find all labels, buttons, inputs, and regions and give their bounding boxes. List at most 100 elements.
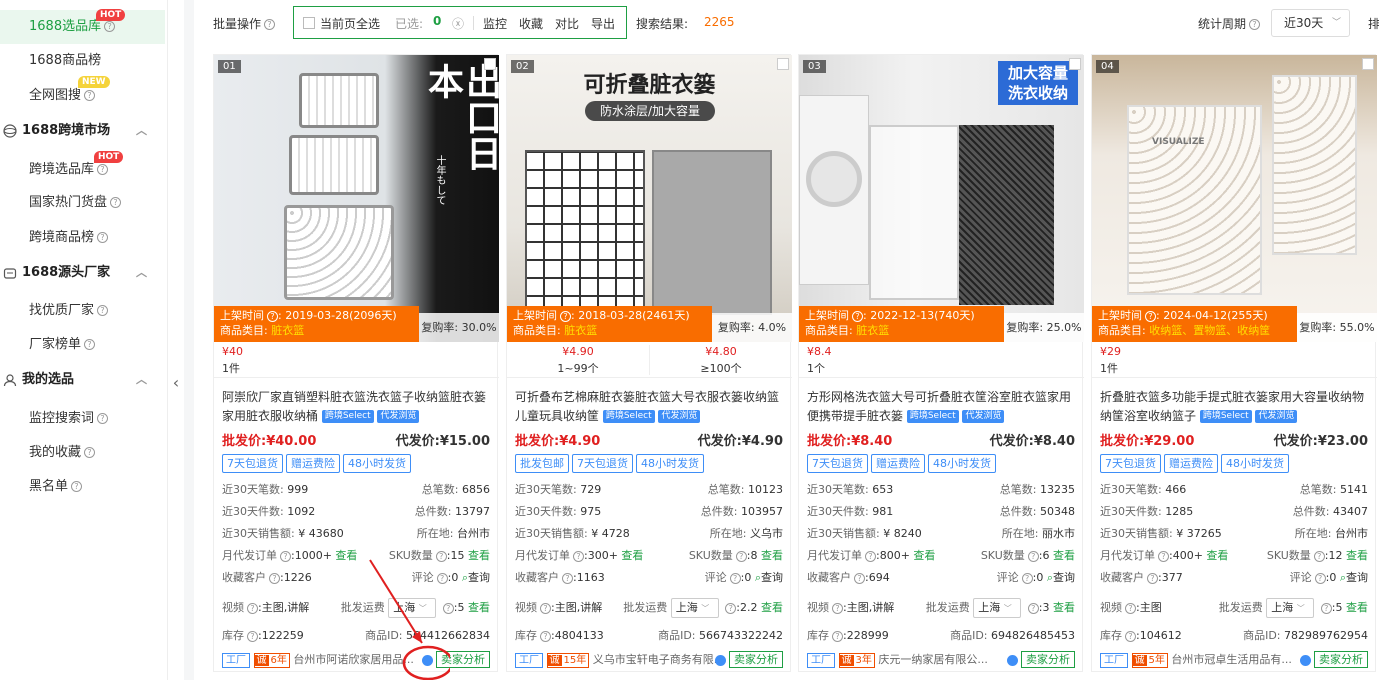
view-link[interactable]: 查看 [761,601,783,614]
help-icon[interactable]: ? [247,602,258,614]
help-icon[interactable]: ? [1027,602,1039,614]
product-id[interactable]: 782989762954 [1284,629,1368,642]
help-icon[interactable]: ? [1147,572,1158,584]
product-title[interactable]: 阿崇欣厂家直销塑料脏衣篮洗衣篮子收纳篮脏衣篓家用脏衣服收纳桶 跨境Select … [222,388,494,426]
select-checkbox[interactable] [484,58,496,70]
favorite-button[interactable]: 收藏 [519,15,543,32]
chat-icon[interactable] [1299,654,1311,666]
clear-selection-icon[interactable]: ⓧ [452,15,464,32]
company-name[interactable]: 庆元一纳家居有限公... [878,653,988,666]
view-link[interactable]: 查看 [913,549,935,562]
help-icon[interactable]: ? [562,572,573,584]
company-name[interactable]: 台州市冠卓生活用品有... [1171,653,1292,666]
compare-button[interactable]: 对比 [555,15,579,32]
select-checkbox[interactable] [1069,58,1081,70]
help-icon[interactable]: ? [729,572,741,584]
view-link[interactable]: 查看 [468,601,490,614]
query-link[interactable]: 查询 [761,571,783,584]
help-icon[interactable]: ? [1320,602,1332,614]
seller-analysis-button[interactable]: 卖家分析 [1314,651,1368,668]
view-link[interactable]: 查看 [621,549,643,562]
product-id[interactable]: 566743322242 [699,629,783,642]
sidebar-item-cross-border-ranking[interactable]: 跨境商品榜? [0,221,165,255]
view-link[interactable]: 查看 [468,549,490,562]
product-id[interactable]: 694826485453 [991,629,1075,642]
help-icon[interactable]: ? [865,550,876,562]
sidebar-item-factory-ranking[interactable]: 厂家榜单? [0,328,165,362]
help-icon[interactable]: ? [832,630,843,642]
chat-icon[interactable] [1006,654,1018,666]
help-icon[interactable]: ? [84,447,96,458]
view-link[interactable]: 查看 [1053,549,1075,562]
select-checkbox[interactable] [777,58,789,70]
help-icon[interactable]: ? [1249,19,1261,30]
help-icon[interactable]: ? [71,481,83,492]
ship-from-select[interactable]: 上海 ﹀ [1266,598,1315,618]
sidebar-item-image-search[interactable]: 全网图搜? NEW [0,76,165,113]
help-icon[interactable]: ? [540,602,551,614]
period-select[interactable]: 近30天 ﹀ [1271,9,1350,37]
help-icon[interactable]: ? [1158,550,1169,562]
select-all-label[interactable]: 当前页全选 [320,15,380,32]
view-link[interactable]: 查看 [1206,549,1228,562]
sidebar-section-source-factory[interactable]: 1688源头厂家 ︿ [0,256,165,290]
sidebar-item-my-favorites[interactable]: 我的收藏? [0,436,165,470]
view-link[interactable]: 查看 [1346,549,1368,562]
sidebar-item-blacklist[interactable]: 黑名单? [0,470,165,504]
product-image[interactable]: VISUALIZE 04 上架时间?: 2024-04-12(255天) 商品类… [1092,55,1377,342]
ship-from-select[interactable]: 上海 ﹀ [388,598,437,618]
help-icon[interactable]: ? [1021,572,1033,584]
product-title[interactable]: 方形网格洗衣篮大号可折叠脏衣筐浴室脏衣篮家用便携带提手脏衣篓 跨境Select … [807,388,1079,426]
seller-analysis-button[interactable]: 卖家分析 [729,651,783,668]
help-icon[interactable]: ? [247,630,258,642]
help-icon[interactable]: ? [269,572,280,584]
sidebar-item-monitor-keywords[interactable]: 监控搜索词? [0,402,165,436]
help-icon[interactable]: ? [97,413,109,424]
help-icon[interactable]: ? [725,602,737,614]
query-link[interactable]: 查询 [1346,571,1368,584]
sidebar-item-cross-border-library[interactable]: 跨境选品库? HOT [0,151,165,187]
product-id[interactable]: 564412662834 [406,629,490,642]
company-name[interactable]: 台州市阿诺欣家居用品... [293,653,414,666]
sidebar-section-cross-border[interactable]: 1688跨境市场 ︿ [0,114,165,148]
product-image[interactable]: 可折叠脏衣篓 防水涂层/加大容量 02 上架时间?: 2018-03-28(246… [507,55,792,342]
sort-label[interactable]: 排 [1368,15,1379,32]
sidebar-item-find-factory[interactable]: 找优质厂家? [0,294,165,328]
monitor-button[interactable]: 监控 [483,15,507,32]
help-icon[interactable]: ? [735,550,747,562]
help-icon[interactable]: ? [84,90,96,101]
product-title[interactable]: 可折叠布艺棉麻脏衣篓脏衣篮大号衣服衣篓收纳篮儿童玩具收纳筐 跨境Select 代… [515,388,787,426]
product-image[interactable]: 出口日本 十年もして 01 上架时间?: 2019-03-28(2096天) 商品… [214,55,499,342]
help-icon[interactable]: ? [442,602,454,614]
select-checkbox[interactable] [1362,58,1374,70]
help-icon[interactable]: ? [1125,630,1136,642]
help-icon[interactable]: ? [1314,572,1326,584]
help-icon[interactable]: ? [540,630,551,642]
help-icon[interactable]: ? [573,550,584,562]
help-icon[interactable]: ? [1027,550,1039,562]
help-icon[interactable]: ? [97,164,109,175]
product-card[interactable]: 出口日本 十年もして 01 上架时间?: 2019-03-28(2096天) 商品… [213,54,499,672]
product-title[interactable]: 折叠脏衣篮多功能手提式脏衣篓家用大容量收纳物纳筐浴室收纳篮子 跨境Select … [1100,388,1372,426]
help-icon[interactable]: ? [97,232,109,243]
product-card[interactable]: 可折叠脏衣篓 防水涂层/加大容量 02 上架时间?: 2018-03-28(246… [506,54,792,672]
help-icon[interactable]: ? [280,550,291,562]
sidebar-item-country-hot-goods[interactable]: 国家热门货盘? [0,186,165,220]
help-icon[interactable]: ? [84,339,96,350]
view-link[interactable]: 查看 [335,549,357,562]
seller-analysis-button[interactable]: 卖家分析 [436,651,490,668]
help-icon[interactable]: ? [854,572,865,584]
ship-from-select[interactable]: 上海 ﹀ [670,598,719,618]
sidebar-item-1688-product-ranking[interactable]: 1688商品榜 [0,44,165,78]
chat-icon[interactable] [421,654,433,666]
help-icon[interactable]: ? [435,550,447,562]
company-name[interactable]: 义乌市宝轩电子商务有限... [593,653,725,666]
sidebar-item-1688-selection-library[interactable]: 1688选品库? HOT [0,9,165,44]
help-icon[interactable]: ? [264,19,276,30]
product-image[interactable]: 加大容量 洗衣收纳 03 上架时间?: 2022-12-13(740天) 商品类目… [799,55,1084,342]
ship-from-select[interactable]: 上海 ﹀ [973,598,1022,618]
product-card[interactable]: 加大容量 洗衣收纳 03 上架时间?: 2022-12-13(740天) 商品类目… [798,54,1084,672]
help-icon[interactable]: ? [832,602,843,614]
product-card[interactable]: VISUALIZE 04 上架时间?: 2024-04-12(255天) 商品类… [1091,54,1377,672]
view-link[interactable]: 查看 [1346,601,1368,614]
